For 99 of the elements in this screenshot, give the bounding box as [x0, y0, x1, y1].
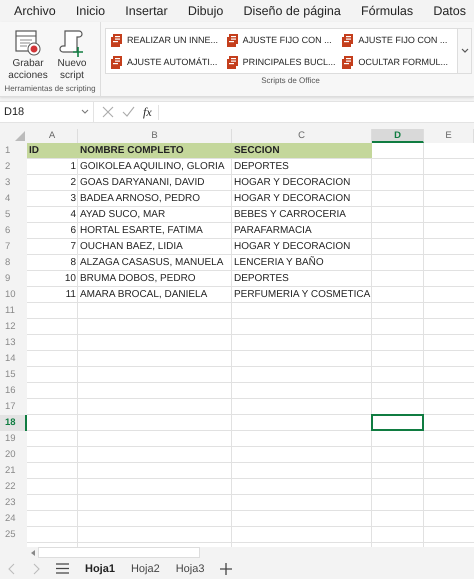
table-cell: HORTAL ESARTE, FATIMA — [80, 225, 203, 236]
script-button[interactable]: AJUSTE AUTOMÁTI... — [108, 51, 224, 73]
row-header[interactable]: 7 — [0, 239, 27, 255]
record-macro-icon — [13, 28, 43, 58]
table-cell: BADEA ARNOSO, PEDRO — [80, 193, 200, 204]
script-icon — [341, 54, 356, 70]
menu-tab[interactable]: Dibujo — [184, 4, 228, 18]
table-cell: BRUMA DOBOS, PEDRO — [80, 273, 196, 284]
table-cell: HOGAR Y DECORACION — [234, 241, 350, 252]
caret-icon — [81, 109, 89, 115]
table-cell: HOGAR Y DECORACION — [234, 177, 350, 188]
table-cell: GOAS DARYANANI, DAVID — [80, 177, 204, 188]
row-header[interactable]: 4 — [0, 191, 27, 207]
previous-sheet-icon[interactable] — [8, 562, 16, 574]
table-cell: 11 — [66, 289, 76, 300]
sheet-tab[interactable]: Hoja2 — [130, 562, 160, 574]
row-header[interactable]: 25 — [0, 527, 27, 543]
table-cell: 2 — [70, 177, 76, 188]
enter-icon[interactable] — [122, 106, 135, 118]
scroll-thumb[interactable] — [38, 547, 200, 558]
row-header[interactable]: 21 — [0, 463, 27, 479]
table-cell: 4 — [70, 209, 76, 220]
row-header[interactable]: 18 — [0, 415, 27, 431]
sheet-tab[interactable]: Hoja1 — [85, 562, 115, 574]
table-cell: HOGAR Y DECORACION — [234, 193, 350, 204]
table-cell: PARAFARMACIA — [234, 225, 312, 236]
row-header[interactable]: 16 — [0, 383, 27, 399]
table-cell: SECCION — [232, 143, 372, 158]
next-sheet-icon[interactable] — [32, 562, 40, 574]
table-cell: NOMBRE COMPLETO — [78, 143, 232, 158]
table-cell: 3 — [70, 193, 76, 204]
table-cell: BEBES Y CARROCERIA — [234, 209, 346, 220]
active-cell[interactable] — [371, 414, 424, 431]
group-label: Herramientas de scripting — [4, 83, 96, 93]
column-header[interactable]: E — [424, 129, 474, 143]
table-cell: OUCHAN BAEZ, LIDIA — [80, 241, 183, 252]
table-cell: DEPORTES — [234, 273, 289, 284]
table-cell: AMARA BROCAL, DANIELA — [80, 289, 208, 300]
row-header[interactable]: 15 — [0, 367, 27, 383]
script-button[interactable]: OCULTAR FORMUL... — [339, 51, 455, 73]
row-header[interactable]: 12 — [0, 319, 27, 335]
script-icon — [341, 32, 356, 48]
table-cell: 8 — [70, 257, 76, 268]
menu-icon[interactable] — [56, 563, 69, 574]
table-cell: DEPORTES — [234, 161, 289, 172]
row-header[interactable]: 13 — [0, 335, 27, 351]
row-header[interactable]: 8 — [0, 255, 27, 271]
table-cell: PERFUMERIA Y COSMETICA — [234, 289, 370, 300]
row-header[interactable]: 2 — [0, 159, 27, 175]
script-button[interactable]: PRINCIPALES BUCL... — [224, 51, 340, 73]
table-cell: GOIKOLEA AQUILINO, GLORIA — [80, 161, 224, 172]
row-header[interactable]: 23 — [0, 495, 27, 511]
row-header[interactable]: 10 — [0, 287, 27, 303]
table-cell: 10 — [64, 273, 76, 284]
row-header[interactable]: 17 — [0, 399, 27, 415]
cancel-icon[interactable] — [102, 106, 114, 118]
row-header[interactable]: 5 — [0, 207, 27, 223]
menu-tab[interactable]: Archivo — [10, 4, 60, 18]
column-header[interactable]: D — [372, 129, 424, 143]
row-header[interactable]: 19 — [0, 431, 27, 447]
script-icon — [110, 54, 124, 70]
more-button[interactable] — [457, 29, 471, 73]
chevron-down-icon — [460, 48, 468, 54]
table-cell: AYAD SUCO, MAR — [80, 209, 166, 220]
scroll-left-icon[interactable] — [30, 550, 36, 556]
ribbon-button[interactable]: Grabar acciones — [7, 28, 49, 82]
row-header[interactable]: 6 — [0, 223, 27, 239]
table-cell: LENCERIA Y BAÑO — [234, 257, 324, 268]
table-cell: 6 — [70, 225, 76, 236]
script-icon — [110, 32, 124, 48]
row-header[interactable]: 14 — [0, 351, 27, 367]
table-cell: 7 — [70, 241, 76, 252]
script-button[interactable]: AJUSTE FIJO CON ... — [339, 29, 455, 51]
menu-tab[interactable]: Fórmulas — [357, 4, 418, 18]
script-button[interactable]: AJUSTE FIJO CON ... — [224, 29, 340, 51]
row-header[interactable]: 24 — [0, 511, 27, 527]
row-header[interactable]: 20 — [0, 447, 27, 463]
menu-tab[interactable]: Inicio — [72, 4, 110, 18]
menu-tab[interactable]: Datos — [429, 4, 470, 18]
row-header[interactable]: 9 — [0, 271, 27, 287]
ribbon-button[interactable]: Nuevo script — [51, 28, 93, 82]
row-header[interactable]: 11 — [0, 303, 27, 319]
table-cell: ID — [27, 143, 78, 158]
menu-tab[interactable]: Insertar — [121, 4, 172, 18]
table-cell: 1 — [70, 161, 76, 172]
name-box[interactable]: D18 — [0, 102, 94, 122]
sheet-tab[interactable]: Hoja3 — [176, 562, 204, 574]
insert-function-button[interactable]: fx — [143, 104, 159, 120]
row-header[interactable]: 3 — [0, 175, 27, 191]
row-header[interactable]: 1 — [0, 143, 27, 159]
script-icon — [226, 54, 240, 70]
group-label: Scripts de Office — [261, 75, 320, 85]
table-cell: ALZAGA CASASUS, MANUELA — [80, 257, 224, 268]
script-icon — [226, 32, 240, 48]
select-all-icon[interactable] — [15, 131, 25, 141]
menu-tab[interactable]: Diseño de página — [240, 4, 345, 18]
script-button[interactable]: REALIZAR UN INNE... — [108, 29, 224, 51]
add-sheet-icon[interactable] — [220, 562, 232, 574]
row-header[interactable]: 22 — [0, 479, 27, 495]
